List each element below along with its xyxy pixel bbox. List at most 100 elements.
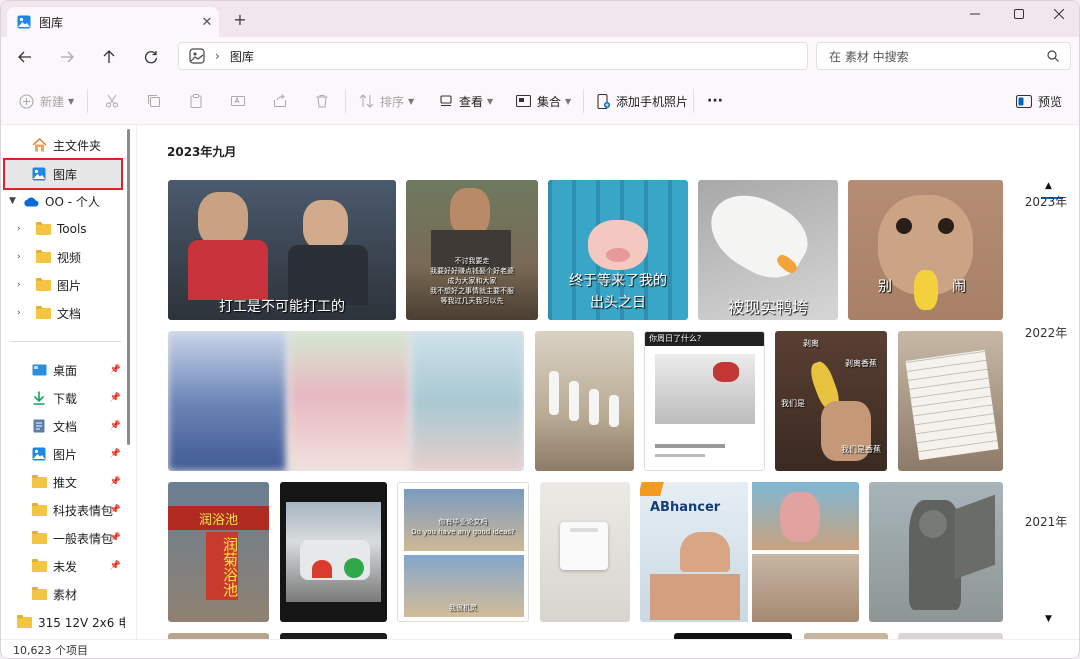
maximize-button[interactable]: [997, 1, 1041, 27]
back-button[interactable]: [11, 44, 39, 70]
chevron-right-icon[interactable]: ›: [17, 252, 31, 262]
photo-thumbnail[interactable]: 不讨我要走 我要好好赚点钱娶个好老婆 成为大家和大家 我不想好之事情就主要不服 …: [406, 180, 538, 320]
scroll-up-icon[interactable]: ▲: [1045, 181, 1052, 191]
gallery-tab[interactable]: 图库 ✕: [7, 7, 219, 37]
pin-icon[interactable]: 📌: [110, 477, 121, 487]
photo-thumbnail[interactable]: [898, 331, 1003, 471]
sidebar-scrollbar[interactable]: [127, 129, 130, 445]
sidebar-item-pictures[interactable]: › 图片: [1, 272, 125, 298]
timeline-year[interactable]: 2023年: [1016, 193, 1076, 210]
sidebar-item-home[interactable]: 主文件夹: [1, 132, 125, 158]
pin-icon[interactable]: 📌: [110, 533, 121, 543]
sidebar-item-315[interactable]: 315 12V 2x6 电: [1, 609, 125, 635]
share-button[interactable]: [273, 91, 293, 111]
share-icon: [274, 94, 286, 107]
photo-thumbnail[interactable]: 润浴池 润菊浴池: [168, 482, 269, 622]
sidebar-item-tools[interactable]: › Tools: [1, 216, 125, 242]
sidebar-item-label: 未发: [53, 559, 78, 574]
minimize-button[interactable]: [953, 1, 997, 27]
photo-thumbnail[interactable]: [168, 331, 524, 471]
title-bar: 图库 ✕ +: [1, 1, 1079, 37]
photo-thumbnail[interactable]: 你有毕业论文吗 Do you have any good ideas? 我很机灵: [397, 482, 529, 622]
address-bar[interactable]: › 图库: [178, 42, 808, 70]
sidebar-item-images[interactable]: 图片 📌: [1, 441, 125, 467]
sidebar-item-unsent[interactable]: 未发 📌: [1, 553, 125, 579]
copy-button[interactable]: [147, 91, 167, 111]
photo-thumbnail[interactable]: [535, 331, 634, 471]
timeline-year[interactable]: 2022年: [1016, 324, 1076, 341]
chevron-right-icon: ›: [215, 49, 220, 63]
meme-caption: 我们是: [781, 399, 805, 408]
desktop-icon: [31, 362, 47, 378]
sort-button[interactable]: 排序 ▼: [359, 91, 414, 111]
sidebar-item-documents[interactable]: › 文档: [1, 300, 125, 326]
chevron-down-icon[interactable]: ▼: [9, 196, 23, 206]
sidebar-item-docs[interactable]: 文档 📌: [1, 413, 125, 439]
sidebar-item-videos[interactable]: › 视频: [1, 244, 125, 270]
preview-label: 预览: [1038, 94, 1063, 109]
meme-caption: 我们是香蕉: [841, 445, 881, 454]
arrow-up-icon: [103, 50, 115, 63]
sidebar-item-desktop[interactable]: 桌面 📌: [1, 357, 125, 383]
chevron-down-icon: ▼: [487, 96, 494, 106]
preview-button[interactable]: 预览: [1016, 91, 1062, 111]
delete-button[interactable]: [315, 91, 335, 111]
timeline-year[interactable]: 2021年: [1016, 513, 1076, 530]
sidebar-item-tech-memes[interactable]: 科技表情包 📌: [1, 497, 125, 523]
forward-button[interactable]: [53, 44, 81, 70]
photo-thumbnail[interactable]: 被现实鸭垮: [698, 180, 838, 320]
photo-thumbnail[interactable]: 打工是不可能打工的: [168, 180, 396, 320]
photo-thumbnail[interactable]: [869, 482, 1003, 622]
refresh-button[interactable]: [137, 44, 165, 70]
scroll-down-icon[interactable]: ▼: [1045, 614, 1052, 624]
cut-button[interactable]: [105, 91, 125, 111]
meme-caption: 不讨我要走 我要好好赚点钱娶个好老婆 成为大家和大家 我不想好之事情就主要不服 …: [430, 257, 514, 305]
new-tab-button[interactable]: +: [229, 9, 251, 31]
pin-icon[interactable]: 📌: [110, 449, 121, 459]
rename-button[interactable]: [231, 91, 251, 111]
sidebar-item-materials[interactable]: 素材: [1, 581, 125, 607]
collection-button[interactable]: 集合 ▼: [516, 91, 571, 111]
folder-icon: [31, 474, 47, 490]
sidebar-item-general-memes[interactable]: 一般表情包 📌: [1, 525, 125, 551]
photo-thumbnail[interactable]: 剥离 剥离香蕉 我们是 我们是香蕉: [775, 331, 887, 471]
photo-thumbnail[interactable]: 终于等来了我的 出头之日: [548, 180, 688, 320]
sidebar-item-gallery[interactable]: 图库: [3, 158, 123, 190]
photo-thumbnail[interactable]: 你周日了什么?: [644, 331, 765, 471]
sidebar-item-label: 图片: [57, 278, 82, 293]
close-window-button[interactable]: [1037, 1, 1079, 27]
sidebar-divider: [9, 341, 121, 342]
cloud-icon: [23, 193, 39, 209]
chevron-right-icon[interactable]: ›: [17, 308, 31, 318]
search-input[interactable]: 在 素材 中搜索: [829, 48, 909, 65]
more-options-button[interactable]: ···: [707, 91, 723, 111]
add-phone-photos-button[interactable]: 添加手机照片: [597, 91, 688, 111]
pin-icon[interactable]: 📌: [110, 393, 121, 403]
search-box[interactable]: 在 素材 中搜索: [816, 42, 1071, 70]
view-button[interactable]: 查看 ▼: [439, 91, 493, 111]
chevron-right-icon[interactable]: ›: [17, 280, 31, 290]
add-phone-photos-label: 添加手机照片: [616, 94, 689, 109]
sidebar-item-downloads[interactable]: 下载 📌: [1, 385, 125, 411]
new-button[interactable]: 新建 ▼: [19, 91, 74, 111]
photo-thumbnail[interactable]: ABhancer: [640, 482, 859, 622]
meme-caption: 你有毕业论文吗: [438, 518, 488, 526]
pin-icon[interactable]: 📌: [110, 365, 121, 375]
pin-icon[interactable]: 📌: [110, 421, 121, 431]
sidebar-item-onedrive[interactable]: ▼ OO - 个人: [1, 188, 125, 214]
pin-icon[interactable]: 📌: [110, 561, 121, 571]
meme-caption: 你周日了什么?: [649, 334, 702, 343]
up-button[interactable]: [95, 44, 123, 70]
pin-icon[interactable]: 📌: [110, 505, 121, 515]
paste-button[interactable]: [189, 91, 209, 111]
photo-thumbnail[interactable]: 别 闹: [848, 180, 1003, 320]
photo-thumbnail[interactable]: [540, 482, 630, 622]
new-label: 新建: [40, 94, 65, 109]
chevron-right-icon[interactable]: ›: [17, 224, 31, 234]
folder-icon: [31, 502, 47, 518]
sidebar-item-label: 主文件夹: [53, 138, 102, 153]
photo-thumbnail[interactable]: [280, 482, 387, 622]
breadcrumb[interactable]: 图库: [230, 48, 254, 65]
tab-close-icon[interactable]: ✕: [195, 15, 219, 30]
sidebar-item-tweets[interactable]: 推文 📌: [1, 469, 125, 495]
